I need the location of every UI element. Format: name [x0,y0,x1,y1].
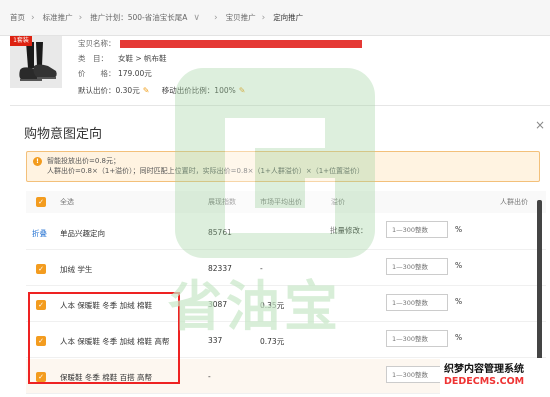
select-all-checkbox[interactable]: ✓ [36,197,46,207]
product-image: 1套装 [10,36,62,88]
mobile-ratio-value: 100% [214,86,236,95]
table-row: ✓ 加绒 学生 82337 - % [26,251,546,286]
dialog-title: 购物意图定向 [24,127,103,142]
product-category-row: 类 目： 女鞋 > 帆布鞋 [78,54,167,63]
category-value: 女鞋 > 帆布鞋 [118,54,167,63]
chevron-right-icon: › [213,12,218,23]
highlight-box [28,292,180,384]
row-checkbox[interactable]: ✓ [36,264,46,274]
premium-input[interactable] [386,294,448,311]
chevron-right-icon: › [261,12,266,23]
premium-input[interactable] [386,330,448,347]
redacted-name [120,40,362,48]
premium-input[interactable] [386,366,448,383]
site-watermark: 织梦内容管理系统 DEDECMS.COM [440,358,550,397]
table-header: ✓ 全选 展现指数 市场平均出价 溢价 人群出价 [26,191,546,213]
breadcrumb-plan[interactable]: 推广计划：500-省油宝长尾A ∨ › [90,12,225,23]
fold-link[interactable]: 折叠 [32,228,47,239]
edit-icon[interactable]: ✎ [143,86,150,95]
chevron-down-icon: ∨ [193,12,200,23]
package-badge: 1套装 [10,36,32,46]
close-icon[interactable]: × [535,118,545,132]
table-row: 折叠 单品兴趣定向 85761 批量修改： % [26,215,546,250]
price-value: 179.00元 [118,69,152,78]
chevron-right-icon: › [31,12,35,23]
batch-premium-input[interactable] [386,221,448,238]
breadcrumb: 首页 › 标准推广 › 推广计划：500-省油宝长尾A ∨ › 宝贝推广 › 定向推广 [0,0,550,36]
chevron-right-icon: › [78,12,83,23]
breadcrumb-standard[interactable]: 标准推广 › [43,12,91,23]
page: 首页 › 标准推广 › 推广计划：500-省油宝长尾A ∨ › 宝贝推广 › 定向推广 1… [0,0,550,397]
premium-input[interactable] [386,258,448,275]
alert-icon: ! [33,157,42,166]
default-bid-value: 0.30元 [115,86,140,95]
scrollbar[interactable] [537,200,542,370]
breadcrumb-current: 定向推广 [273,13,304,22]
default-bid-row: 默认出价：0.30元 ✎ 移动出价比例：100% ✎ [78,86,246,95]
edit-icon[interactable]: ✎ [239,86,246,95]
product-price-row: 价 格： 179.00元 [78,69,152,78]
batch-edit-label: 批量修改： [330,226,368,235]
bid-info-alert: ! 智能投放出价=0.8元； 人群出价=0.8×（1+溢价）；同时匹配上位置时，… [26,151,540,182]
product-name-row: 宝贝名称： [78,38,362,49]
breadcrumb-home[interactable]: 首页 › [10,12,43,23]
breadcrumb-item-promo[interactable]: 宝贝推广 › [226,12,274,23]
